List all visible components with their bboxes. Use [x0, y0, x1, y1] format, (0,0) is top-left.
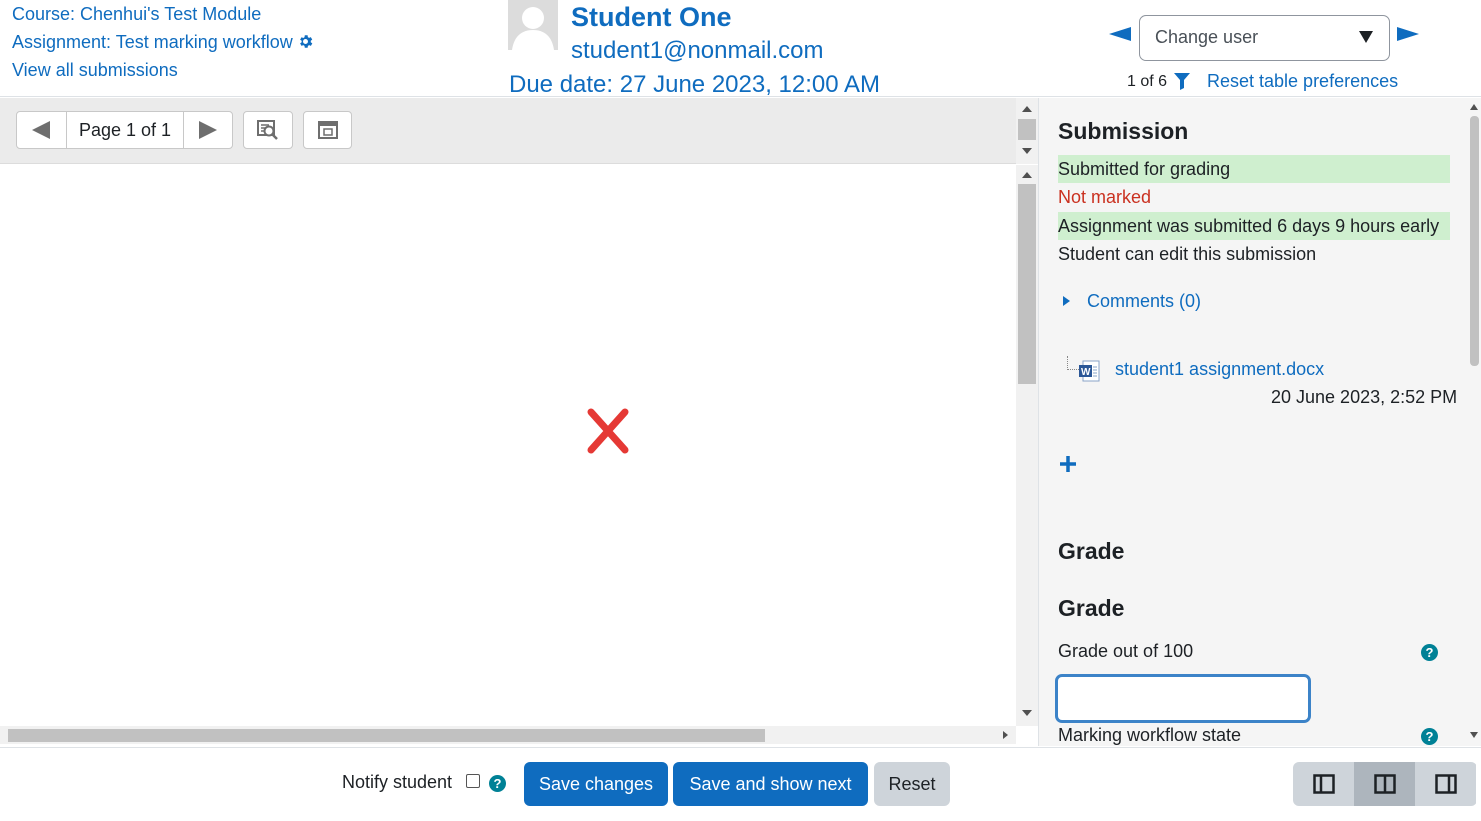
- help-icon[interactable]: ?: [1421, 644, 1438, 661]
- comments-toggle[interactable]: Comments (0): [1063, 291, 1201, 312]
- next-user-arrow-icon[interactable]: [1397, 27, 1419, 41]
- gear-icon[interactable]: [297, 33, 314, 55]
- help-icon[interactable]: ?: [489, 775, 506, 792]
- change-user-select[interactable]: Change user: [1139, 15, 1390, 61]
- comments-link[interactable]: Comments (0): [1087, 291, 1201, 311]
- file-timestamp: 20 June 2023, 2:52 PM: [1271, 387, 1458, 407]
- submitted-file-link[interactable]: student1 assignment.docx: [1115, 359, 1324, 380]
- grader-header: Course: Chenhui's Test Module Assignment…: [0, 0, 1481, 98]
- file-tree-connector: [1067, 356, 1079, 370]
- svg-text:W: W: [1081, 367, 1091, 378]
- user-count: 1 of 6: [1127, 73, 1168, 90]
- edit-status-text: Student can edit this submission: [1058, 244, 1317, 264]
- scroll-down-arrow-icon[interactable]: [1470, 732, 1478, 738]
- grade-input[interactable]: [1055, 674, 1311, 723]
- filter-icon[interactable]: [1174, 73, 1190, 95]
- expand-viewer-button[interactable]: [303, 111, 352, 149]
- document-horizontal-scrollbar[interactable]: [0, 726, 1016, 744]
- plus-icon[interactable]: [1059, 455, 1077, 478]
- scrollbar-thumb[interactable]: [8, 729, 765, 742]
- layout-split-icon: [1373, 774, 1396, 794]
- help-icon[interactable]: ?: [1421, 728, 1438, 745]
- toolbar-scrollbar[interactable]: [1016, 98, 1038, 164]
- next-page-button[interactable]: [184, 112, 232, 148]
- layout-left-panel-icon: [1312, 774, 1335, 794]
- change-user-placeholder: Change user: [1155, 27, 1259, 47]
- student-email[interactable]: student1@nonmail.com: [571, 37, 824, 65]
- document-vertical-scrollbar[interactable]: [1016, 165, 1038, 726]
- save-changes-button[interactable]: Save changes: [524, 762, 668, 806]
- scroll-up-arrow-icon[interactable]: [1022, 172, 1032, 178]
- page-navigation: Page 1 of 1: [16, 111, 233, 149]
- avatar: [508, 0, 558, 50]
- previous-user-arrow-icon[interactable]: [1109, 27, 1131, 41]
- reset-button[interactable]: Reset: [874, 762, 950, 806]
- chevron-down-icon: [1359, 31, 1373, 43]
- submission-status-badge: Submitted for grading: [1058, 155, 1450, 183]
- time-remaining-badge: Assignment was submitted 6 days 9 hours …: [1058, 212, 1450, 240]
- scrollbar-thumb[interactable]: [1018, 119, 1036, 140]
- search-comments-icon: [257, 120, 278, 140]
- scroll-down-arrow-icon[interactable]: [1022, 148, 1032, 154]
- scroll-up-arrow-icon[interactable]: [1022, 106, 1032, 112]
- grade-subheading: Grade: [1058, 595, 1125, 621]
- due-date: Due date: 27 June 2023, 12:00 AM: [509, 71, 880, 98]
- search-comments-button[interactable]: [243, 111, 293, 149]
- expand-icon: [317, 121, 338, 139]
- grading-panel-scrollbar[interactable]: [1468, 98, 1481, 746]
- scroll-right-arrow-icon[interactable]: [1003, 731, 1008, 739]
- layout-toggle-group: [1293, 762, 1477, 806]
- scroll-up-arrow-icon[interactable]: [1470, 104, 1478, 110]
- view-all-submissions-link[interactable]: View all submissions: [12, 60, 178, 81]
- notify-student-label: Notify student: [342, 772, 453, 792]
- word-document-icon: W: [1079, 360, 1101, 387]
- scrollbar-thumb[interactable]: [1018, 184, 1036, 384]
- grading-panel: Submission Submitted for grading Not mar…: [1038, 98, 1481, 746]
- broken-image-icon: [587, 408, 629, 459]
- submission-heading: Submission: [1058, 118, 1189, 144]
- previous-page-button[interactable]: [17, 112, 67, 148]
- layout-right-panel-icon: [1434, 774, 1457, 794]
- document-viewer-pane: Page 1 of 1: [0, 98, 1038, 746]
- layout-collapse-grade-button[interactable]: [1293, 762, 1354, 806]
- workflow-state-label: Marking workflow state: [1058, 725, 1242, 745]
- notify-student-checkbox[interactable]: [466, 774, 480, 788]
- course-link[interactable]: Course: Chenhui's Test Module: [12, 4, 261, 25]
- assignment-link[interactable]: Assignment: Test marking workflow: [12, 32, 293, 52]
- caret-right-icon: [1063, 296, 1070, 306]
- layout-collapse-review-button[interactable]: [1415, 762, 1476, 806]
- reset-table-preferences-link[interactable]: Reset table preferences: [1207, 71, 1398, 92]
- scroll-down-arrow-icon[interactable]: [1022, 710, 1032, 716]
- grading-action-bar: Notify student ? Save changes Save and s…: [0, 747, 1481, 821]
- student-name[interactable]: Student One: [571, 2, 732, 33]
- grading-status-badge: Not marked: [1058, 187, 1152, 207]
- save-and-show-next-button[interactable]: Save and show next: [673, 762, 868, 806]
- scrollbar-thumb[interactable]: [1470, 116, 1479, 366]
- viewer-toolbar: Page 1 of 1: [0, 98, 1016, 164]
- assignment-link-row: Assignment: Test marking workflow: [12, 32, 314, 55]
- grade-field-label: Grade out of 100: [1058, 641, 1194, 661]
- layout-default-button[interactable]: [1354, 762, 1415, 806]
- page-indicator[interactable]: Page 1 of 1: [67, 112, 185, 148]
- grade-section-heading: Grade: [1058, 538, 1125, 564]
- document-canvas[interactable]: [0, 165, 1016, 725]
